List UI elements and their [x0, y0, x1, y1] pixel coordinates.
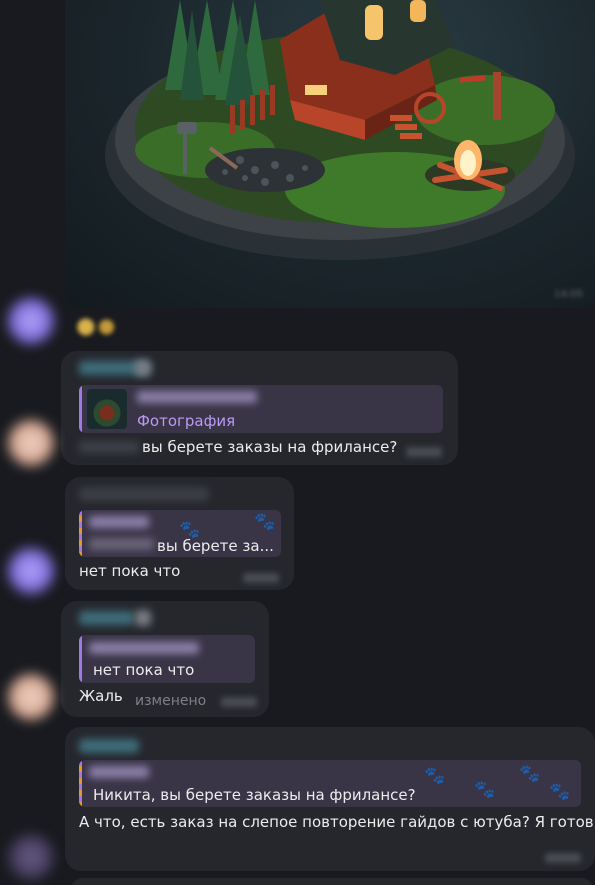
reply-text: вы берете за...	[157, 537, 274, 555]
photo-message[interactable]: 14:05	[65, 0, 595, 308]
message-time-blurred	[243, 573, 279, 583]
isometric-cabin-image	[105, 0, 575, 260]
next-message-edge	[72, 878, 592, 885]
avatar[interactable]	[8, 674, 54, 720]
message-text: вы берете заказы на фрилансе?	[142, 438, 398, 456]
avatar[interactable]	[8, 420, 54, 466]
sender-name-blurred	[79, 611, 134, 625]
avatar[interactable]	[8, 298, 54, 344]
reply-author-blurred	[89, 516, 149, 528]
sender-badge-blurred	[135, 360, 151, 376]
paw-pattern-icon: 🐾	[519, 764, 541, 784]
reply-text: нет пока что	[93, 661, 195, 679]
message-time-blurred	[221, 697, 257, 707]
message-time-blurred	[545, 853, 581, 863]
paw-pattern-icon: 🐾	[549, 782, 571, 802]
reply-preview[interactable]: нет пока что	[79, 635, 255, 683]
reply-author-blurred	[89, 766, 149, 778]
reply-photo-thumbnail	[87, 389, 127, 429]
paw-pattern-icon: 🐾	[424, 766, 446, 786]
reply-text: Никита, вы берете заказы на фрилансе?	[93, 786, 416, 804]
reply-accent-bar	[79, 510, 82, 557]
message-bubble[interactable]: 🐾 🐾 вы берете за... нет пока что	[65, 477, 294, 590]
reply-accent-bar	[79, 760, 82, 807]
message-bubble[interactable]: нет пока что Жаль изменено	[61, 601, 269, 717]
message-text: нет пока что	[79, 562, 181, 580]
sender-badge-blurred	[135, 610, 151, 626]
reply-preview[interactable]: 🐾 🐾 вы берете за...	[79, 510, 281, 557]
paw-pattern-icon: 🐾	[254, 512, 276, 532]
paw-pattern-icon: 🐾	[474, 780, 496, 800]
reply-author-blurred	[137, 391, 257, 403]
reply-accent-bar	[79, 385, 82, 433]
avatar[interactable]	[8, 834, 54, 880]
sender-name-blurred	[79, 739, 139, 753]
emoji-reaction-blurred	[72, 316, 118, 338]
message-text: Жаль	[79, 687, 123, 705]
reply-author-blurred	[89, 642, 199, 654]
reply-label: Фотография	[137, 412, 236, 430]
reply-prefix-blurred	[89, 538, 154, 550]
reply-accent-bar	[79, 635, 82, 683]
reply-preview[interactable]: Фотография	[79, 385, 443, 433]
avatar[interactable]	[8, 548, 54, 594]
edited-label: изменено	[135, 693, 207, 709]
photo-timestamp: 14:05	[554, 289, 583, 300]
reply-preview[interactable]: 🐾 🐾 🐾 🐾 Никита, вы берете заказы на фрил…	[79, 760, 581, 807]
message-bubble[interactable]: Фотография вы берете заказы на фрилансе?	[61, 351, 458, 465]
message-time-blurred	[406, 447, 442, 457]
message-text: А что, есть заказ на слепое повторение г…	[79, 813, 595, 831]
blurred-prefix	[79, 441, 139, 453]
sender-name-blurred	[79, 487, 209, 501]
chat-history[interactable]: 14:05 Фотография вы берете заказы на фри…	[0, 0, 595, 885]
message-bubble[interactable]: 🐾 🐾 🐾 🐾 Никита, вы берете заказы на фрил…	[65, 727, 595, 871]
